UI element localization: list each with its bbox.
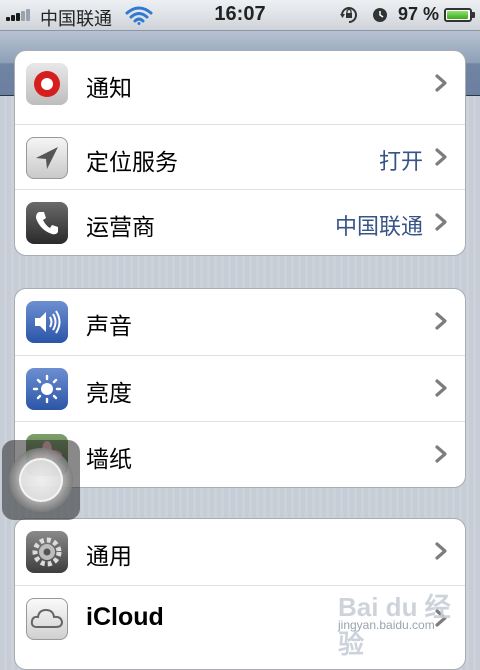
- phone-icon: [26, 202, 68, 244]
- chevron-right-icon: [435, 213, 447, 231]
- gear-icon: [26, 531, 68, 573]
- chevron-right-icon: [435, 445, 447, 463]
- settings-row-label: 定位服务: [86, 150, 178, 176]
- watermark-logo: Bai du 经验: [338, 592, 451, 659]
- battery-percentage: 97 %: [398, 4, 440, 24]
- settings-row-label: 墙纸: [86, 447, 132, 473]
- settings-row-label: iCloud: [86, 603, 164, 631]
- chevron-right-icon: [435, 148, 447, 166]
- settings-row-label: 通用: [86, 544, 132, 570]
- chevron-right-icon: [435, 379, 447, 397]
- settings-group-1: 通知 定位服务 打开 运营商 中国联通: [14, 50, 466, 256]
- rotation-lock-icon: [340, 7, 357, 23]
- status-bar: 中国联通 16:07 97 %: [0, 0, 480, 31]
- settings-row-sounds[interactable]: 声音: [15, 289, 465, 354]
- settings-group-2: 声音 亮度 墙纸: [14, 288, 466, 488]
- alarm-clock-icon: [373, 8, 387, 22]
- settings-row-label: 亮度: [86, 381, 132, 407]
- settings-row-value: 打开: [378, 150, 423, 175]
- settings-row-value: 中国联通: [334, 215, 423, 240]
- settings-row-location-services[interactable]: 定位服务 打开: [15, 124, 465, 189]
- chevron-right-icon: [435, 312, 447, 330]
- watermark-url: jingyan.baidu.com: [338, 618, 435, 632]
- assistive-touch-button[interactable]: [2, 440, 80, 520]
- settings-row-notifications[interactable]: 通知: [15, 51, 465, 116]
- settings-row-brightness[interactable]: 亮度: [15, 355, 465, 420]
- chevron-right-icon: [435, 74, 447, 92]
- sun-icon: [26, 368, 68, 410]
- notifications-icon: [26, 63, 68, 105]
- cloud-icon: [26, 598, 68, 640]
- assistive-touch-inner-circle: [19, 458, 63, 502]
- battery-icon: [444, 8, 475, 22]
- settings-row-carrier[interactable]: 运营商 中国联通: [15, 189, 465, 254]
- speaker-icon: [26, 301, 68, 343]
- location-arrow-icon: [26, 137, 68, 179]
- settings-row-label: 声音: [86, 314, 132, 340]
- settings-row-general[interactable]: 通用: [15, 519, 465, 584]
- settings-row-wallpaper[interactable]: 墙纸: [15, 421, 465, 486]
- settings-row-label: 通知: [86, 76, 132, 102]
- settings-row-label: 运营商: [86, 215, 155, 241]
- chevron-right-icon: [435, 542, 447, 560]
